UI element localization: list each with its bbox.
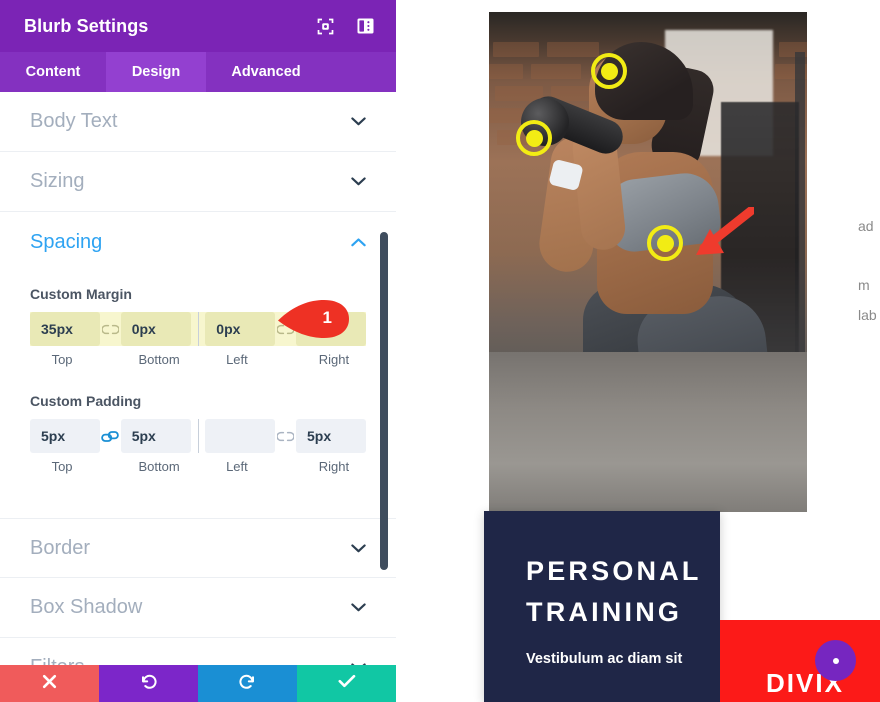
unlinked-chain-icon[interactable] <box>100 324 121 335</box>
padding-top-field[interactable] <box>30 419 100 453</box>
margin-left-field[interactable] <box>205 312 276 346</box>
edge-text-fragment-2: m <box>858 277 870 293</box>
section-border[interactable]: Border <box>0 518 396 578</box>
margin-top-field[interactable] <box>30 312 100 346</box>
chevron-up-icon <box>351 237 366 247</box>
panel-scroll-body: Body Text Sizing Spacing Custom Margin 3… <box>0 92 396 665</box>
field-divider <box>197 312 199 346</box>
section-filters[interactable]: Filters <box>0 638 396 665</box>
section-box-shadow[interactable]: Box Shadow <box>0 578 396 638</box>
panel-scrollbar[interactable] <box>380 232 388 570</box>
section-label: Spacing <box>30 230 103 253</box>
panel-tabs: Content Design Advanced <box>0 52 396 92</box>
focus-target-icon[interactable] <box>312 13 338 39</box>
padding-labels: Top Bottom Left Right <box>30 459 366 474</box>
margin-top-input[interactable] <box>30 312 100 346</box>
padding-top-input[interactable] <box>30 419 100 453</box>
chevron-down-icon <box>351 543 366 553</box>
margin-right-label: Right <box>318 352 350 367</box>
margin-right-field[interactable] <box>296 312 367 346</box>
unlinked-chain-icon[interactable] <box>275 431 296 442</box>
section-label: Sizing <box>30 170 85 192</box>
custom-margin-label: Custom Margin <box>30 286 132 302</box>
layout-panel-icon[interactable] <box>352 13 378 39</box>
padding-top-label: Top <box>51 459 73 474</box>
custom-padding-row <box>30 419 367 453</box>
hero-image[interactable] <box>489 12 807 512</box>
section-label: Box Shadow <box>30 596 143 618</box>
section-body-text[interactable]: Body Text <box>0 92 396 152</box>
padding-left-label: Left <box>226 459 248 474</box>
cancel-button[interactable] <box>0 665 99 702</box>
blurb-settings-panel: Blurb Settings Content Design Advanced B… <box>0 0 396 702</box>
margin-bottom-label: Bottom <box>138 352 180 367</box>
edge-text-fragment-1: ad <box>858 218 874 234</box>
padding-left-field[interactable] <box>205 419 276 453</box>
undo-icon <box>140 673 157 695</box>
tab-design[interactable]: Design <box>106 52 206 92</box>
page-title: Blurb Settings <box>24 15 149 36</box>
margin-left-input[interactable] <box>205 312 276 346</box>
ellipsis-icon <box>832 657 839 664</box>
check-icon <box>338 674 356 693</box>
unlinked-chain-icon[interactable] <box>275 324 296 335</box>
section-label: Body Text <box>30 110 118 132</box>
padding-left-input[interactable] <box>205 419 276 453</box>
card-title: PERSONAL TRAINING <box>526 556 702 628</box>
linked-chain-icon[interactable] <box>100 430 121 443</box>
save-button[interactable] <box>297 665 396 702</box>
panel-footer-actions <box>0 665 396 702</box>
padding-right-input[interactable] <box>296 419 367 453</box>
close-icon <box>42 674 57 694</box>
page-preview: PERSONAL TRAINING Vestibulum ac diam sit… <box>396 0 880 702</box>
chevron-down-icon <box>351 603 366 612</box>
divix-card: DIVIX <box>720 620 880 702</box>
tab-advanced[interactable]: Advanced <box>206 52 326 92</box>
card-subtitle: Vestibulum ac diam sit <box>526 651 683 668</box>
annotation-marker-dumbbell[interactable] <box>516 120 552 156</box>
personal-training-card: PERSONAL TRAINING Vestibulum ac diam sit <box>484 511 720 702</box>
tab-content[interactable]: Content <box>0 52 106 92</box>
margin-bottom-input[interactable] <box>120 312 191 346</box>
padding-right-label: Right <box>318 459 350 474</box>
padding-bottom-label: Bottom <box>138 459 180 474</box>
redo-icon <box>239 673 256 695</box>
redo-button[interactable] <box>198 665 297 702</box>
undo-button[interactable] <box>99 665 198 702</box>
panel-header: Blurb Settings <box>0 0 396 52</box>
annotation-marker-waist[interactable] <box>647 225 683 261</box>
section-label: Border <box>30 536 91 559</box>
section-spacing[interactable]: Spacing <box>0 212 396 272</box>
margin-right-input[interactable] <box>296 312 367 346</box>
margin-left-label: Left <box>226 352 248 367</box>
edge-text-fragment-3: lab <box>858 307 877 323</box>
more-options-button[interactable] <box>815 640 856 681</box>
padding-bottom-field[interactable] <box>120 419 191 453</box>
margin-bottom-field[interactable] <box>120 312 191 346</box>
field-divider <box>197 419 199 453</box>
margin-top-label: Top <box>51 352 73 367</box>
margin-labels: Top Bottom Left Right <box>30 352 366 367</box>
section-sizing[interactable]: Sizing <box>0 152 396 212</box>
custom-margin-row <box>30 312 367 346</box>
section-label: Filters <box>30 656 351 665</box>
annotation-marker-head[interactable] <box>591 53 627 89</box>
padding-bottom-input[interactable] <box>120 419 191 453</box>
chevron-down-icon <box>351 177 366 186</box>
gym-floor <box>489 352 807 512</box>
chevron-down-icon <box>351 117 366 126</box>
padding-right-field[interactable] <box>296 419 367 453</box>
custom-padding-label: Custom Padding <box>30 393 142 409</box>
spacing-controls: Custom Margin 35px 0px 0px Top Bottom Le… <box>0 272 396 496</box>
